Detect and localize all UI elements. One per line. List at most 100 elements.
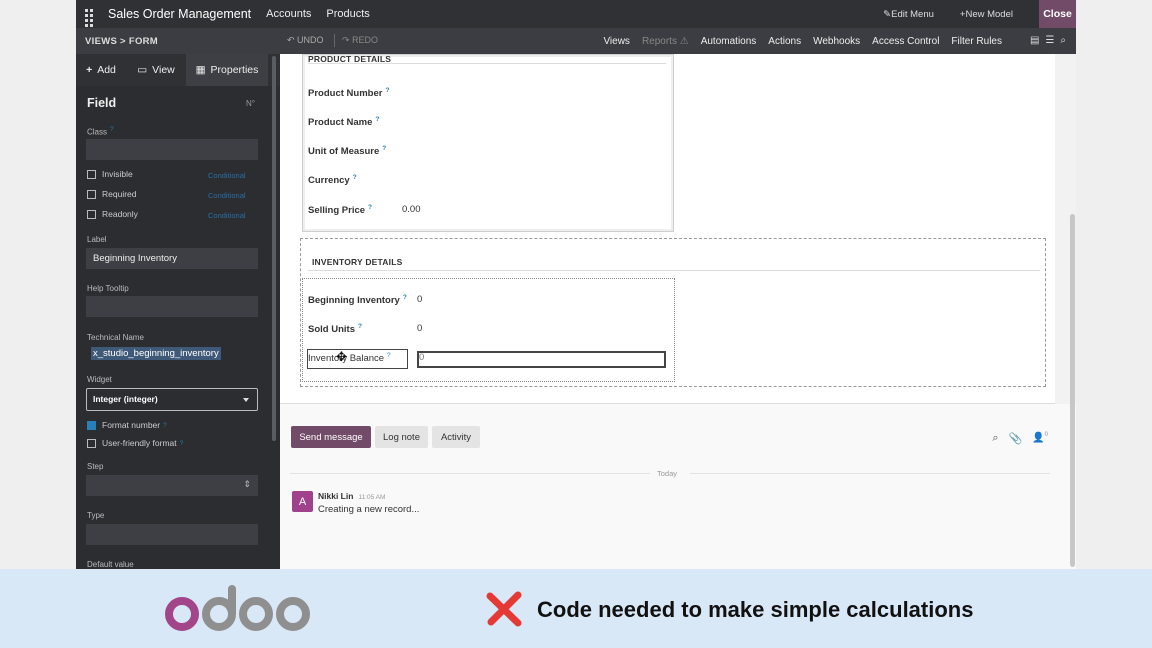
help-icon: ? <box>402 294 407 301</box>
send-message-button[interactable]: Send message <box>291 426 371 448</box>
new-model-button[interactable]: +New Model <box>960 9 1013 20</box>
sold-units-value[interactable]: 0 <box>417 323 422 334</box>
step-label: Step <box>87 462 104 471</box>
class-label: Class? <box>87 126 114 137</box>
inventory-details-title: INVENTORY DETAILS <box>312 257 403 267</box>
inventory-balance-input[interactable] <box>417 351 666 368</box>
warning-icon: ⚠ <box>679 35 689 47</box>
tab-reports[interactable]: Reports ⚠ <box>642 36 689 47</box>
edit-menu-button[interactable]: ✎Edit Menu <box>883 9 934 20</box>
required-checkbox[interactable]: Required <box>87 189 137 199</box>
list-icon[interactable]: ☰ <box>1045 35 1054 46</box>
help-icon: ? <box>382 145 387 152</box>
label-field-label: Label <box>87 235 107 244</box>
tab-access-control[interactable]: Access Control <box>872 36 939 47</box>
spinner-icon[interactable]: ⇕ <box>243 479 251 490</box>
divider <box>308 270 1040 271</box>
menu-products[interactable]: Products <box>326 8 369 20</box>
field-label: Sold Units <box>308 324 355 336</box>
help-icon[interactable]: ? <box>163 422 167 429</box>
checkbox-box[interactable] <box>87 209 96 219</box>
user-friendly-label: User-friendly format <box>102 438 177 448</box>
form-sheet: PRODUCT DETAILS Product Number? Product … <box>280 54 1055 404</box>
field-currency[interactable]: Currency? <box>308 174 357 186</box>
user-friendly-checkbox[interactable]: User-friendly format? <box>87 438 183 448</box>
tab-filter-rules[interactable]: Filter Rules <box>951 36 1002 47</box>
tab-properties[interactable]: ▦ Properties <box>186 54 268 86</box>
tab-properties-label: Properties <box>210 64 259 76</box>
field-label: Currency <box>308 175 350 187</box>
class-input[interactable] <box>86 139 258 160</box>
search-icon[interactable]: ⌕ <box>992 432 998 445</box>
help-tooltip-input[interactable] <box>86 296 258 317</box>
help-icon[interactable]: ? <box>110 126 114 133</box>
author-name[interactable]: Nikki Lin <box>318 491 353 501</box>
app-title[interactable]: Sales Order Management <box>108 7 251 21</box>
sidebar-title: Field <box>87 96 117 110</box>
id-card-icon[interactable]: ▤ <box>1030 35 1039 46</box>
checkbox-box[interactable] <box>87 438 96 448</box>
label-input[interactable]: Beginning Inventory <box>86 248 258 269</box>
numeric-type-icon: N° <box>246 99 255 108</box>
checkbox-box[interactable] <box>87 189 96 199</box>
paperclip-icon[interactable]: 📎 <box>1009 432 1023 445</box>
checkbox-box[interactable] <box>87 169 96 179</box>
invisible-checkbox[interactable]: Invisible <box>87 169 133 179</box>
activity-button[interactable]: Activity <box>432 426 480 448</box>
step-input[interactable]: ⇕ <box>86 475 258 496</box>
followers-count: 0 <box>1044 432 1048 438</box>
field-label: Product Name <box>308 117 373 129</box>
edit-menu-label: Edit Menu <box>891 8 934 20</box>
readonly-conditional[interactable]: Conditional <box>208 211 246 220</box>
menu-accounts[interactable]: Accounts <box>266 8 311 20</box>
field-sold-units[interactable]: Sold Units? <box>308 323 362 335</box>
invisible-conditional[interactable]: Conditional <box>208 171 246 180</box>
sidebar-scrollbar[interactable] <box>272 56 276 441</box>
avatar[interactable]: A <box>292 491 313 512</box>
invisible-label: Invisible <box>102 169 133 179</box>
format-number-checkbox[interactable]: Format number? <box>87 420 167 430</box>
field-unit-of-measure[interactable]: Unit of Measure? <box>308 145 386 157</box>
tab-add-label: Add <box>97 64 116 76</box>
red-x-icon <box>486 591 522 627</box>
field-beginning-inventory[interactable]: Beginning Inventory? <box>308 294 407 306</box>
odoo-logo <box>165 585 310 631</box>
field-label: Product Number <box>308 88 383 100</box>
help-icon[interactable]: ? <box>180 440 184 447</box>
undo-button[interactable]: ↶ UNDO <box>287 35 324 46</box>
required-conditional[interactable]: Conditional <box>208 191 246 200</box>
field-selling-price[interactable]: Selling Price? <box>308 204 372 216</box>
breadcrumb[interactable]: VIEWS > FORM <box>85 36 158 47</box>
log-note-button[interactable]: Log note <box>375 426 428 448</box>
readonly-checkbox[interactable]: Readonly <box>87 209 138 219</box>
redo-button[interactable]: ↷ REDO <box>342 35 378 46</box>
help-tooltip-label: Help Tooltip <box>87 284 129 293</box>
type-label: Type <box>87 511 105 520</box>
app-window: Sales Order Management Accounts Products… <box>76 0 1076 569</box>
technical-name-input[interactable]: x_studio_beginning_inventory <box>91 347 221 360</box>
close-studio-button[interactable]: Close <box>1039 0 1076 28</box>
monitor-icon: ▭ <box>137 64 148 76</box>
tab-actions[interactable]: Actions <box>768 36 801 47</box>
beginning-inventory-value[interactable]: 0 <box>417 294 422 305</box>
apps-menu-icon[interactable] <box>85 8 96 32</box>
field-product-number[interactable]: Product Number? <box>308 87 389 99</box>
tab-view[interactable]: ▭ View <box>126 54 186 86</box>
checkbox-box-checked[interactable] <box>87 420 96 430</box>
tab-views[interactable]: Views <box>603 36 630 47</box>
tab-webhooks[interactable]: Webhooks <box>813 36 860 47</box>
followers-icon[interactable]: 👤0 <box>1032 432 1048 445</box>
tab-add[interactable]: + Add <box>76 54 126 86</box>
widget-select[interactable]: Integer (integer) <box>86 388 258 411</box>
help-icon: ? <box>352 174 357 181</box>
inventory-balance-value: 0 <box>419 352 425 363</box>
search-icon[interactable]: ⌕ <box>1060 35 1066 46</box>
tab-reports-label: Reports <box>641 35 677 47</box>
pencil-icon: ✎ <box>883 8 892 20</box>
type-input[interactable] <box>86 524 258 545</box>
field-product-name[interactable]: Product Name? <box>308 116 379 128</box>
selling-price-value[interactable]: 0.00 <box>402 204 421 215</box>
main-scrollbar[interactable] <box>1070 214 1075 567</box>
tab-automations[interactable]: Automations <box>701 36 757 47</box>
studio-toolbar: VIEWS > FORM ↶ UNDO ↷ REDO Views Reports… <box>76 28 1076 54</box>
